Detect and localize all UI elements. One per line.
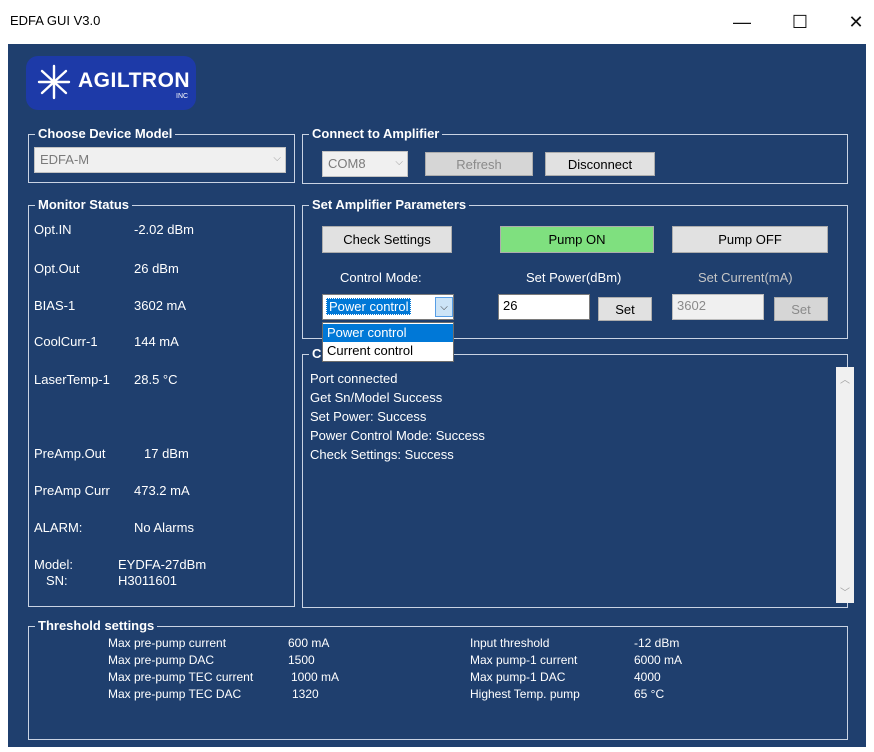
- pump-on-button[interactable]: Pump ON: [500, 226, 654, 253]
- logo-brand: AGILTRON: [78, 69, 191, 92]
- set-power-label: Set Power(dBm): [526, 270, 622, 285]
- threshold-label: Max pre-pump current: [108, 636, 227, 650]
- threshold-value: 1000 mA: [291, 670, 340, 684]
- log-scrollbar[interactable]: ︿ ﹀: [836, 367, 854, 603]
- threshold-value: 600 mA: [288, 636, 330, 650]
- log-line: Port connected: [310, 371, 398, 386]
- preamp-out-label: PreAmp.Out: [34, 446, 106, 461]
- bias-1-label: BIAS-1: [34, 298, 76, 313]
- model-value: EYDFA-27dBm: [118, 557, 207, 572]
- lasertemp-1-label: LaserTemp-1: [34, 372, 110, 387]
- disconnect-button[interactable]: Disconnect: [545, 152, 655, 176]
- lasertemp-1-value: 28.5 °C: [134, 372, 178, 387]
- threshold-label: Input threshold: [470, 636, 550, 650]
- scroll-down-icon[interactable]: ﹀: [840, 584, 850, 599]
- chevron-down-icon: ⌵: [273, 153, 281, 164]
- threshold-value: -12 dBm: [634, 636, 680, 650]
- threshold-title: Threshold settings: [35, 618, 158, 634]
- scroll-up-icon[interactable]: ︿: [840, 371, 850, 386]
- refresh-button[interactable]: Refresh: [425, 152, 533, 176]
- device-model-title: Choose Device Model: [35, 126, 176, 142]
- threshold-label: Highest Temp. pump: [470, 687, 580, 701]
- set-current-input[interactable]: 3602: [672, 294, 764, 320]
- preamp-out-value: 17 dBm: [144, 446, 189, 461]
- alarm-value: No Alarms: [134, 520, 194, 535]
- coolcurr-1-label: CoolCurr-1: [34, 334, 98, 349]
- threshold-label: Max pre-pump TEC current: [108, 670, 254, 684]
- check-settings-button[interactable]: Check Settings: [322, 226, 452, 253]
- pump-off-button[interactable]: Pump OFF: [672, 226, 828, 253]
- monitor-status-title: Monitor Status: [35, 197, 132, 213]
- log-line: Get Sn/Model Success: [310, 390, 443, 405]
- log-line: Check Settings: Success: [310, 447, 454, 462]
- set-power-button[interactable]: Set: [598, 297, 652, 321]
- threshold-value: 65 °C: [634, 687, 665, 701]
- opt-in-value: -2.02 dBm: [134, 222, 194, 237]
- set-current-value: 3602: [677, 298, 706, 313]
- coolcurr-1-value: 144 mA: [134, 334, 179, 349]
- option-power-control[interactable]: Power control: [323, 324, 453, 342]
- bias-1-value: 3602 mA: [134, 298, 187, 313]
- set-power-value: 26: [503, 298, 518, 313]
- log-line: Set Power: Success: [310, 409, 427, 424]
- opt-in-label: Opt.IN: [34, 222, 72, 237]
- threshold-value: 4000: [634, 670, 661, 684]
- chevron-down-icon: ⌵: [435, 297, 453, 317]
- amplifier-params-title: Set Amplifier Parameters: [309, 197, 470, 213]
- device-model-select[interactable]: EDFA-M ⌵: [34, 147, 286, 173]
- com-port-select[interactable]: COM8 ⌵: [322, 151, 408, 177]
- agiltron-logo: AGILTRON INC: [26, 56, 196, 110]
- control-mode-dropdown: Power control Current control: [322, 322, 454, 362]
- minimize-button[interactable]: —: [722, 8, 762, 36]
- connect-title: Connect to Amplifier: [309, 126, 443, 142]
- preamp-curr-value: 473.2 mA: [134, 483, 190, 498]
- threshold-value: 1320: [292, 687, 319, 701]
- title-bar: EDFA GUI V3.0 — ☐ ✕: [0, 0, 874, 44]
- control-mode-label: Control Mode:: [340, 270, 422, 285]
- threshold-label: Max pre-pump DAC: [108, 653, 215, 667]
- model-label: Model:: [34, 557, 74, 572]
- com-port-value: COM8: [328, 156, 366, 171]
- window-title: EDFA GUI V3.0: [10, 13, 101, 28]
- close-button[interactable]: ✕: [836, 8, 874, 36]
- threshold-label: Max pump-1 DAC: [470, 670, 566, 684]
- sn-label: SN:: [46, 573, 68, 588]
- chevron-down-icon: ⌵: [395, 157, 403, 168]
- set-power-input[interactable]: 26: [498, 294, 590, 320]
- opt-out-value: 26 dBm: [134, 261, 179, 276]
- alarm-label: ALARM:: [34, 520, 83, 535]
- sn-value: H3011601: [118, 573, 178, 588]
- threshold-value: 6000 mA: [634, 653, 683, 667]
- log-line: Power Control Mode: Success: [310, 428, 485, 443]
- set-current-button[interactable]: Set: [774, 297, 828, 321]
- control-mode-value: Power control: [326, 298, 412, 315]
- opt-out-label: Opt.Out: [34, 261, 80, 276]
- threshold-label: Max pre-pump TEC DAC: [108, 687, 242, 701]
- threshold-label: Max pump-1 current: [470, 653, 578, 667]
- preamp-curr-label: PreAmp Curr: [34, 483, 110, 498]
- option-current-control[interactable]: Current control: [323, 342, 453, 360]
- maximize-button[interactable]: ☐: [780, 8, 820, 36]
- star-icon: [37, 64, 71, 100]
- set-current-label: Set Current(mA): [698, 270, 793, 285]
- logo-inc: INC: [176, 93, 189, 100]
- device-model-value: EDFA-M: [40, 152, 90, 167]
- threshold-value: 1500: [288, 653, 315, 667]
- control-mode-select[interactable]: Power control ⌵: [322, 294, 454, 320]
